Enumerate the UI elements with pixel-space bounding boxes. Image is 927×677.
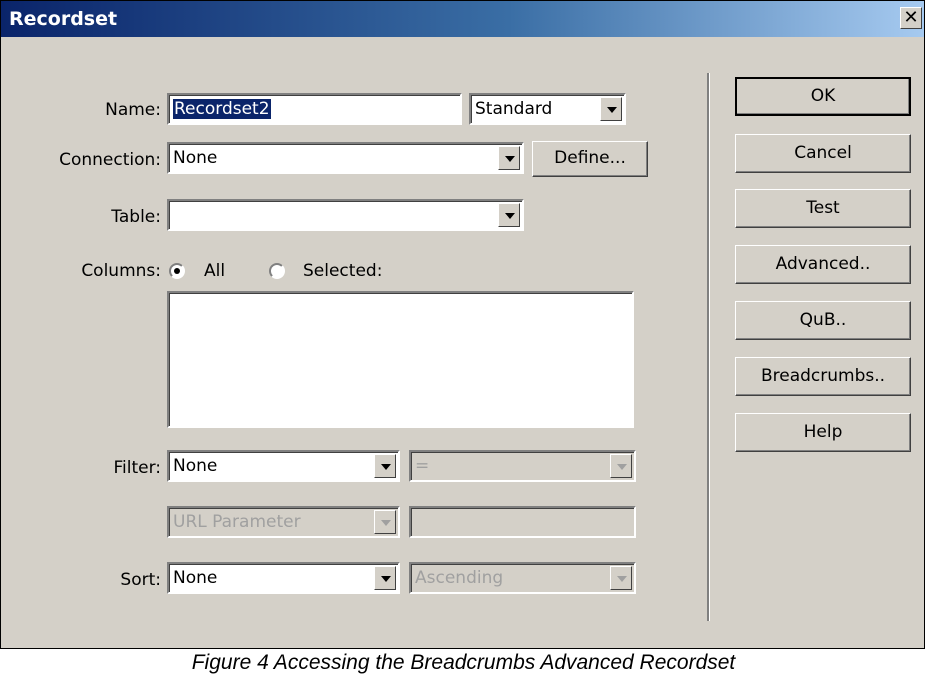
- advanced-button[interactable]: Advanced..: [735, 245, 911, 284]
- filter-param-type-select[interactable]: URL Parameter: [167, 506, 400, 538]
- ok-button[interactable]: OK: [735, 77, 911, 116]
- name-input[interactable]: Recordset2: [167, 93, 462, 125]
- filter-label: Filter:: [113, 458, 161, 478]
- figure-caption: Figure 4 Accessing the Breadcrumbs Advan…: [191, 651, 736, 674]
- sort-value: None: [173, 568, 218, 588]
- sort-column-select[interactable]: None: [167, 562, 400, 594]
- close-button[interactable]: ✕: [900, 7, 922, 29]
- name-type-value: Standard: [475, 99, 553, 119]
- chevron-down-icon[interactable]: [374, 510, 396, 534]
- table-label: Table:: [111, 207, 161, 227]
- vertical-divider: [707, 73, 709, 621]
- chevron-down-icon[interactable]: [600, 97, 622, 121]
- sort-label: Sort:: [120, 570, 161, 590]
- sort-direction-value: Ascending: [415, 568, 504, 588]
- filter-value: None: [173, 456, 218, 476]
- chevron-down-icon[interactable]: [610, 454, 632, 478]
- filter-column-select[interactable]: None: [167, 450, 400, 482]
- breadcrumbs-button[interactable]: Breadcrumbs..: [735, 357, 911, 396]
- connection-label: Connection:: [59, 150, 161, 170]
- test-button[interactable]: Test: [735, 189, 911, 228]
- table-select[interactable]: [167, 199, 524, 231]
- window-title: Recordset: [9, 8, 118, 30]
- name-type-select[interactable]: Standard: [469, 93, 626, 125]
- columns-all-label[interactable]: All: [204, 259, 225, 283]
- connection-select[interactable]: None: [167, 142, 524, 174]
- define-button[interactable]: Define...: [532, 141, 648, 177]
- filter-operator-select[interactable]: =: [409, 450, 636, 482]
- recordset-dialog: Recordset ✕ Name: Recordset2 Standard Co…: [0, 0, 925, 649]
- columns-listbox[interactable]: [167, 291, 634, 428]
- sort-direction-select[interactable]: Ascending: [409, 562, 636, 594]
- chevron-down-icon[interactable]: [610, 566, 632, 590]
- connection-value: None: [173, 148, 218, 168]
- chevron-down-icon[interactable]: [498, 203, 520, 227]
- help-button[interactable]: Help: [735, 413, 911, 452]
- chevron-down-icon[interactable]: [374, 566, 396, 590]
- name-value: Recordset2: [173, 99, 271, 119]
- cancel-button[interactable]: Cancel: [735, 134, 911, 173]
- columns-all-radio[interactable]: [169, 263, 185, 279]
- columns-label: Columns:: [81, 261, 161, 281]
- filter-param-type-value: URL Parameter: [173, 512, 301, 532]
- qub-button[interactable]: QuB..: [735, 301, 911, 340]
- filter-operator-value: =: [415, 456, 430, 476]
- columns-selected-radio[interactable]: [269, 263, 285, 279]
- name-label: Name:: [105, 100, 161, 120]
- title-bar[interactable]: Recordset ✕: [1, 1, 924, 37]
- chevron-down-icon[interactable]: [498, 146, 520, 170]
- chevron-down-icon[interactable]: [374, 454, 396, 478]
- columns-selected-label[interactable]: Selected:: [303, 259, 382, 283]
- close-icon: ✕: [903, 7, 919, 28]
- filter-param-value-input[interactable]: [409, 506, 636, 538]
